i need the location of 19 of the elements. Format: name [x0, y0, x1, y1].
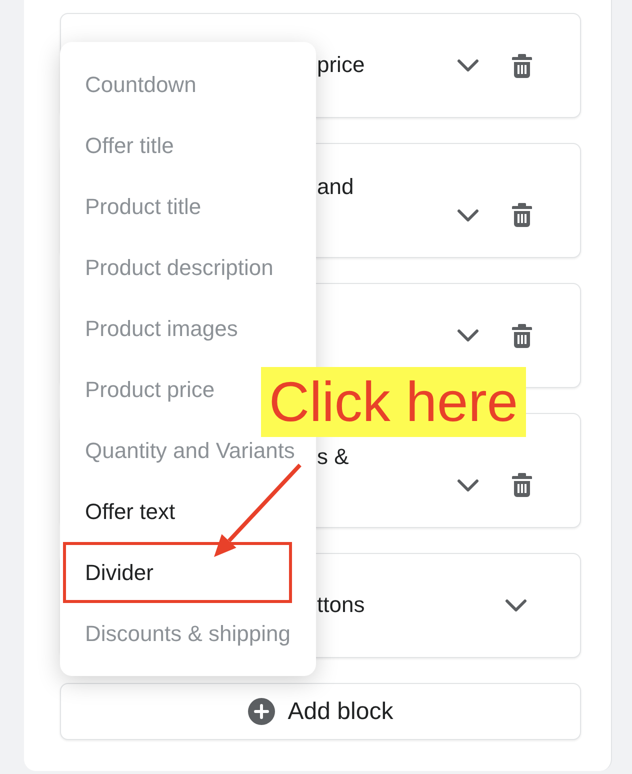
add-block-button[interactable]: Add block — [60, 683, 581, 740]
menu-item[interactable]: Offer text — [60, 481, 316, 542]
block-title: s & — [317, 444, 349, 469]
trash-icon[interactable] — [512, 54, 532, 78]
callout-tooltip: Click here — [261, 367, 526, 437]
chevron-down-icon[interactable] — [457, 59, 479, 72]
block-title: price — [317, 52, 365, 77]
chevron-down-icon[interactable] — [505, 599, 527, 612]
chevron-down-icon[interactable] — [457, 329, 479, 342]
trash-icon[interactable] — [512, 203, 532, 227]
plus-circle-icon — [248, 698, 275, 725]
chevron-down-icon[interactable] — [457, 478, 479, 492]
trash-icon[interactable] — [512, 473, 532, 497]
trash-icon[interactable] — [512, 324, 532, 348]
add-block-label: Add block — [288, 696, 394, 726]
block-title: and — [317, 174, 354, 199]
block-title: ttons — [317, 592, 365, 617]
menu-item[interactable]: Divider — [63, 542, 292, 603]
chevron-down-icon[interactable] — [457, 208, 479, 222]
